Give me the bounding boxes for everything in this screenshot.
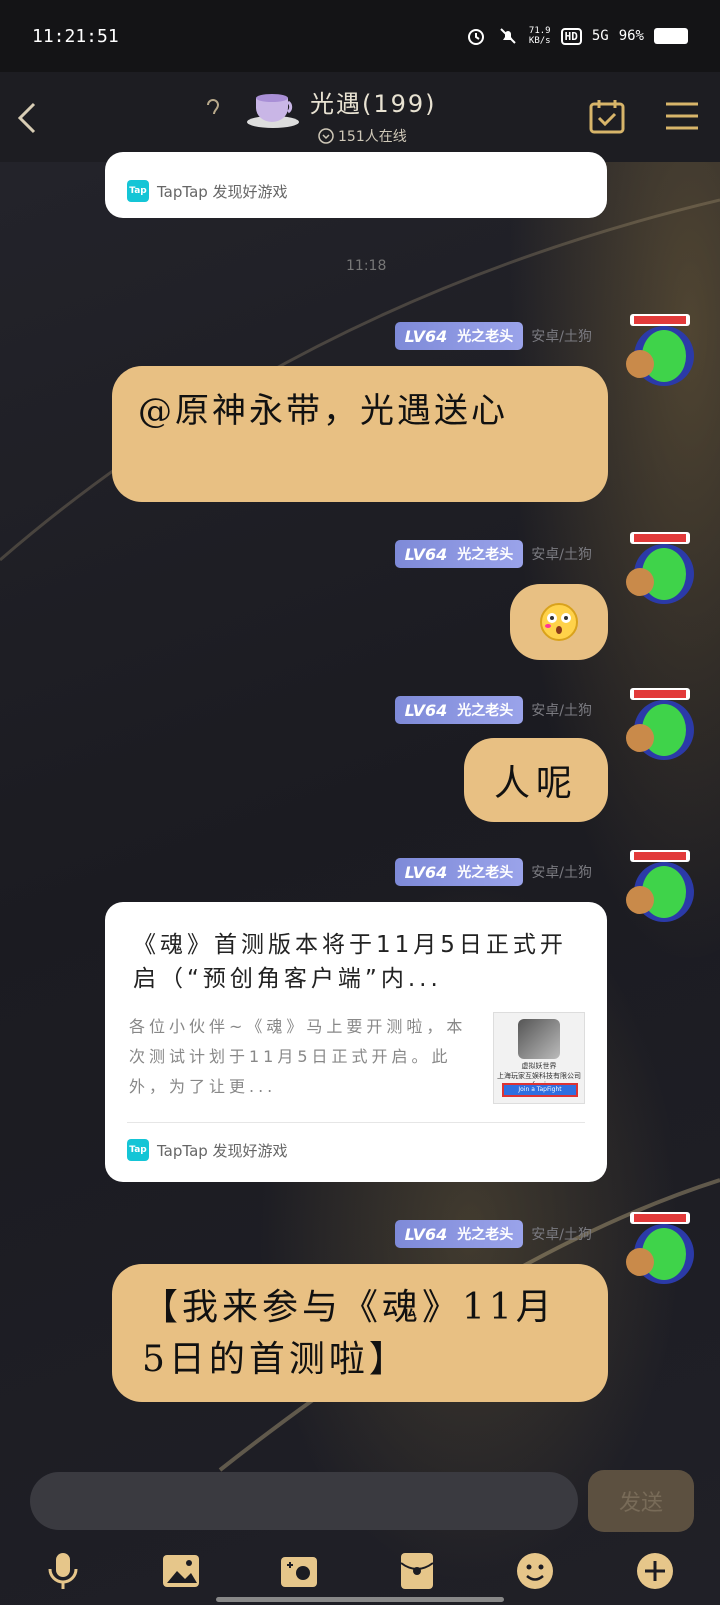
link-card-description: 各位小伙伴~《魂》马上要开测啦，本次测试计划于11月5日正式开启。此外，为了让更… bbox=[129, 1017, 467, 1096]
sender-avatar[interactable] bbox=[620, 530, 700, 610]
image-icon[interactable] bbox=[158, 1548, 204, 1594]
sender-avatar[interactable] bbox=[620, 1210, 700, 1290]
message-bubble-emoji[interactable] bbox=[510, 584, 608, 660]
sender-avatar[interactable] bbox=[620, 312, 700, 392]
message-list[interactable]: Tap TapTap 发现好游戏 11:18 LV64 光之老头 安卓/土狗 @原… bbox=[0, 152, 720, 1462]
camera-icon[interactable] bbox=[276, 1548, 322, 1594]
card-source: Tap TapTap 发现好游戏 bbox=[127, 180, 288, 202]
link-card-title: 《魂》首测版本将于11月5日正式开启（“预创角客户端”内... bbox=[133, 932, 567, 992]
ear-icon[interactable] bbox=[204, 96, 222, 126]
sender-device: 安卓/土狗 bbox=[531, 865, 592, 881]
flushed-face-icon bbox=[539, 602, 579, 642]
message-bubble-text[interactable]: 人呢 bbox=[464, 738, 608, 822]
message-timestamp: 11:18 bbox=[346, 258, 387, 274]
chat-header: 光遇(199) 151人在线 bbox=[0, 72, 720, 162]
red-packet-icon[interactable] bbox=[394, 1548, 440, 1594]
hd-icon: HD bbox=[560, 27, 582, 45]
link-card[interactable]: 《魂》首测版本将于11月5日正式开启（“预创角客户端”内... 各位小伙伴~《魂… bbox=[105, 902, 607, 1182]
sender-device: 安卓/土狗 bbox=[531, 1227, 592, 1243]
taptap-logo-icon: Tap bbox=[127, 180, 149, 202]
group-avatar[interactable] bbox=[244, 84, 302, 134]
thumb-button: Join a TapFight bbox=[502, 1083, 578, 1097]
card-source: Tap TapTap 发现好游戏 bbox=[105, 1123, 607, 1161]
mute-bell-icon bbox=[497, 25, 519, 47]
link-card-previous[interactable]: Tap TapTap 发现好游戏 bbox=[105, 152, 607, 218]
sender-meta: LV64 光之老头 安卓/土狗 bbox=[394, 540, 592, 568]
status-time: 11:21:51 bbox=[32, 25, 119, 47]
battery-icon bbox=[654, 28, 688, 44]
alarm-icon bbox=[465, 25, 487, 47]
link-card-thumbnail: 虚拟妖世界 上海玩家互娱科技有限公司 for i Join a TapFight bbox=[493, 1012, 585, 1104]
message-bubble-text[interactable]: 【我来参与《魂》11月5日的首测啦】 bbox=[112, 1264, 608, 1402]
message-input[interactable] bbox=[30, 1472, 578, 1530]
level-badge: LV64 光之老头 bbox=[394, 858, 524, 886]
battery-percent: 96% bbox=[618, 28, 644, 44]
emoji-icon[interactable] bbox=[512, 1548, 558, 1594]
network-speed: 71.9 KB/s bbox=[528, 26, 551, 46]
sender-meta: LV64 光之老头 安卓/土狗 bbox=[394, 322, 592, 350]
chevron-down-icon bbox=[318, 128, 334, 144]
game-logo-icon bbox=[518, 1019, 560, 1059]
sender-device: 安卓/土狗 bbox=[531, 547, 592, 563]
message-bubble-text[interactable]: @原神永带，光遇送心 bbox=[112, 366, 608, 502]
microphone-icon[interactable] bbox=[40, 1548, 86, 1594]
level-badge: LV64 光之老头 bbox=[394, 696, 524, 724]
sender-avatar[interactable] bbox=[620, 848, 700, 928]
input-bar: 发送 bbox=[0, 1462, 720, 1605]
sender-meta: LV64 光之老头 安卓/土狗 bbox=[394, 696, 592, 724]
sender-avatar[interactable] bbox=[620, 686, 700, 766]
sender-device: 安卓/土狗 bbox=[531, 329, 592, 345]
taptap-logo-icon: Tap bbox=[127, 1139, 149, 1161]
level-badge: LV64 光之老头 bbox=[394, 540, 524, 568]
status-bar: 11:21:51 71.9 KB/s HD 5G 96% bbox=[0, 0, 720, 72]
menu-icon[interactable] bbox=[664, 100, 700, 132]
send-button[interactable]: 发送 bbox=[588, 1470, 694, 1532]
checkin-calendar-icon[interactable] bbox=[588, 98, 626, 136]
group-name: 光遇(199) bbox=[310, 90, 437, 118]
sender-meta: LV64 光之老头 安卓/土狗 bbox=[394, 1220, 592, 1248]
home-indicator[interactable] bbox=[216, 1597, 504, 1602]
level-badge: LV64 光之老头 bbox=[394, 322, 524, 350]
plus-icon[interactable] bbox=[632, 1548, 678, 1594]
signal-5g-icon: 5G bbox=[591, 28, 609, 44]
back-chevron-icon[interactable] bbox=[12, 98, 42, 138]
sender-meta: LV64 光之老头 安卓/土狗 bbox=[394, 858, 592, 886]
sender-device: 安卓/土狗 bbox=[531, 703, 592, 719]
level-badge: LV64 光之老头 bbox=[394, 1220, 524, 1248]
online-count[interactable]: 151人在线 bbox=[318, 126, 407, 146]
